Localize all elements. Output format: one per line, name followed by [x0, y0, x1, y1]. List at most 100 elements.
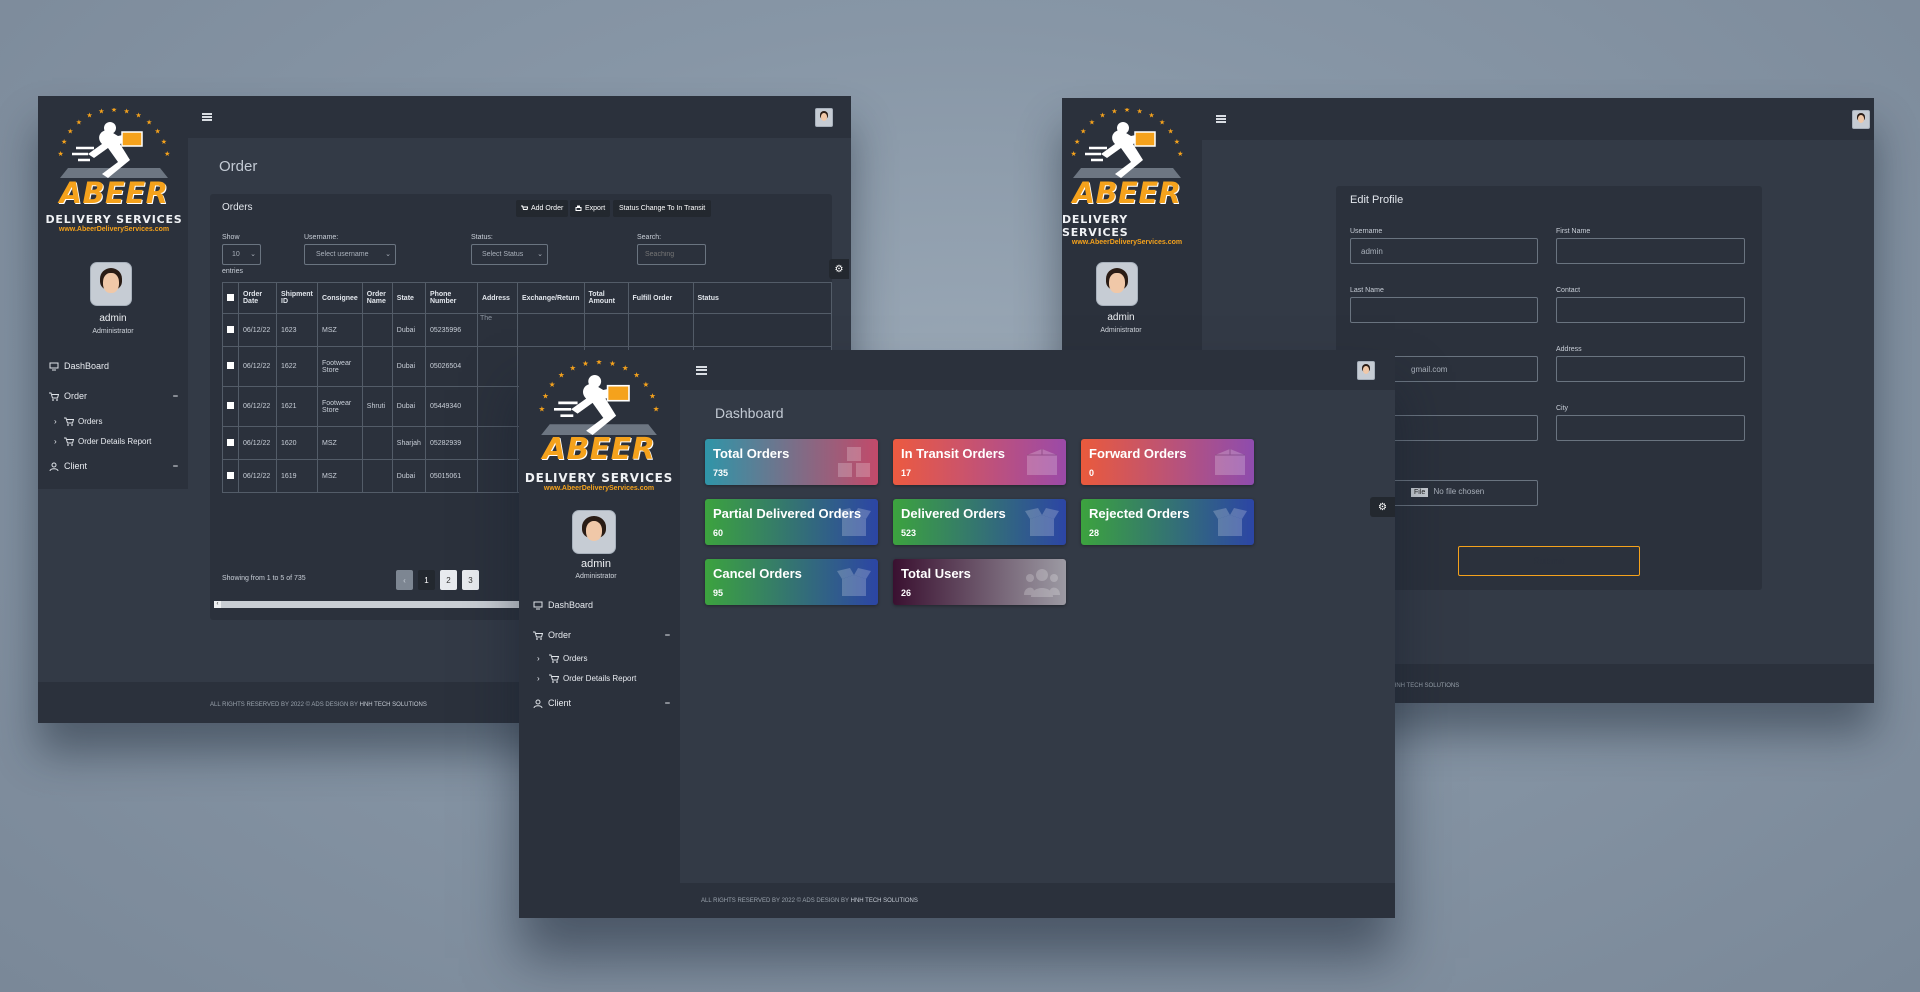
footer-company-link[interactable]: HNH TECH SOLUTIONS	[1392, 683, 1459, 689]
stat-card-partial-delivered-orders[interactable]: Partial Delivered Orders 60	[705, 499, 878, 545]
footer: ALL RIGHTS RESERVED BY 2022 © ADS DESIGN…	[519, 883, 1395, 918]
menu-toggle-icon[interactable]	[696, 365, 707, 375]
export-button[interactable]: Export	[570, 200, 611, 217]
sidebar-item-order[interactable]: Order −	[519, 625, 680, 645]
footer-company-link[interactable]: HNH TECH SOLUTIONS	[851, 898, 918, 904]
column-header[interactable]: Consignee	[317, 282, 363, 314]
row-checkbox[interactable]	[227, 325, 234, 333]
address-field[interactable]	[1556, 356, 1745, 382]
cell-shipment-id: 1619	[276, 459, 318, 493]
sidebar-item-order-details[interactable]: › Order Details Report	[38, 432, 188, 450]
sidebar-item-order[interactable]: Order −	[38, 386, 188, 406]
cell-address	[476, 459, 518, 493]
column-header[interactable]: Address	[476, 282, 518, 314]
avatar[interactable]	[1852, 109, 1870, 129]
avatar[interactable]	[1096, 262, 1138, 306]
collapse-icon[interactable]: −	[665, 630, 670, 640]
row-checkbox[interactable]	[227, 402, 234, 409]
column-header[interactable]: Order Date	[238, 282, 277, 314]
search-input[interactable]	[637, 244, 706, 265]
settings-gear-icon[interactable]: ⚙	[829, 259, 849, 279]
stat-card-cancel-orders[interactable]: Cancel Orders 95	[705, 559, 878, 605]
table-row[interactable]: 06/12/22 1623 MSZ Dubai 05235996	[222, 313, 833, 347]
column-header[interactable]: Status	[692, 282, 833, 314]
column-header[interactable]: Order Name	[361, 282, 393, 314]
stat-card-in-transit-orders[interactable]: In Transit Orders 17	[893, 439, 1066, 485]
avatar[interactable]	[1357, 360, 1375, 380]
username-field[interactable]: admin	[1350, 238, 1538, 264]
sidebar-item-dashboard[interactable]: DashBoard	[519, 595, 680, 615]
pagination-page-button[interactable]: 3	[462, 570, 479, 590]
column-header[interactable]: Phone Number	[424, 282, 478, 314]
sidebar-item-dashboard[interactable]: DashBoard	[38, 356, 188, 376]
column-header[interactable]: State	[391, 282, 426, 314]
cell-consignee: Footwear Store	[317, 346, 363, 387]
collapse-icon[interactable]: −	[173, 391, 178, 401]
brand-tagline: DELIVERY SERVICES	[524, 471, 674, 485]
menu-toggle-icon[interactable]	[202, 113, 212, 121]
pagination-page-button[interactable]: 2	[440, 570, 457, 590]
cell-phone: 05235996	[424, 313, 478, 347]
column-header[interactable]: Fulfill Order	[627, 282, 694, 314]
sidebar-item-orders[interactable]: › Orders	[519, 649, 680, 667]
sidebar-item-orders[interactable]: › Orders	[38, 412, 188, 430]
chevron-down-icon: ⌄	[250, 251, 256, 258]
table-header-row: Order Date Shipment ID Consignee Order N…	[222, 282, 833, 314]
sidebar-item-client[interactable]: Client −	[519, 693, 680, 713]
svg-text:★: ★	[1174, 138, 1180, 146]
avatar[interactable]	[90, 262, 132, 306]
row-checkbox[interactable]	[227, 362, 234, 369]
settings-gear-icon[interactable]: ⚙	[1370, 497, 1395, 517]
row-checkbox-cell	[222, 346, 239, 387]
pagination-prev-button[interactable]: ‹	[396, 570, 413, 590]
footer-company-link[interactable]: HNH TECH SOLUTIONS	[360, 702, 427, 708]
boxes-icon	[838, 447, 870, 477]
users-icon	[1024, 569, 1060, 597]
last-name-field[interactable]	[1350, 297, 1538, 323]
status-select[interactable]: Select Status ⌄	[471, 244, 548, 265]
sidebar-item-label: Orders	[78, 416, 103, 426]
first-name-label: First Name	[1556, 228, 1591, 235]
collapse-icon[interactable]: −	[173, 461, 178, 471]
stat-card-rejected-orders[interactable]: Rejected Orders 28	[1081, 499, 1254, 545]
submit-button[interactable]: Submit	[1458, 546, 1640, 576]
first-name-field[interactable]	[1556, 238, 1745, 264]
column-header[interactable]: Total Amount	[583, 282, 629, 314]
sidebar-nav: DashBoard Order − › Orders › Order Detai…	[519, 595, 680, 713]
avatar[interactable]	[572, 510, 616, 554]
collapse-icon[interactable]: −	[665, 698, 670, 708]
add-order-button[interactable]: Add Order	[516, 200, 569, 217]
city-field[interactable]	[1556, 415, 1745, 441]
stat-card-total-orders[interactable]: Total Orders 735	[705, 439, 878, 485]
page-title: Dashboard	[715, 405, 784, 421]
stat-card-forward-orders[interactable]: Forward Orders 0	[1081, 439, 1254, 485]
username-select[interactable]: Select username ⌄	[304, 244, 396, 265]
column-header[interactable]: Shipment ID	[276, 282, 318, 314]
cell-phone: 05449340	[424, 386, 478, 427]
show-entries-select[interactable]: 10 ⌄	[222, 244, 261, 265]
sidebar-item-client[interactable]: Client −	[38, 456, 188, 476]
svg-text:★: ★	[1124, 108, 1130, 114]
pagination-page-button[interactable]: 1	[418, 570, 435, 590]
row-checkbox[interactable]	[227, 471, 234, 479]
status-change-button[interactable]: Status Change To In Transit	[613, 200, 712, 217]
menu-toggle-icon[interactable]	[1216, 115, 1226, 123]
svg-text:★: ★	[1136, 108, 1142, 115]
select-all-checkbox[interactable]	[227, 293, 234, 301]
column-header[interactable]: Exchange/Return	[516, 282, 585, 314]
sidebar-item-order-details[interactable]: › Order Details Report	[519, 669, 680, 687]
avatar[interactable]	[815, 107, 833, 127]
row-checkbox[interactable]	[227, 438, 234, 446]
cart-icon	[533, 631, 543, 640]
scroll-left-arrow-icon[interactable]: ‹	[214, 601, 221, 608]
cell-shipment-id: 1622	[276, 346, 318, 387]
sidebar-item-label: DashBoard	[548, 600, 594, 610]
contact-label: Contact	[1556, 287, 1581, 294]
stat-card-delivered-orders[interactable]: Delivered Orders 523	[893, 499, 1066, 545]
svg-text:★: ★	[155, 127, 161, 135]
choose-file-button[interactable]: File	[1411, 488, 1429, 497]
cell-state: Dubai	[391, 459, 426, 493]
stat-card-total-users[interactable]: Total Users 26	[893, 559, 1066, 605]
contact-field[interactable]	[1556, 297, 1745, 323]
cell-state: Dubai	[391, 386, 426, 427]
